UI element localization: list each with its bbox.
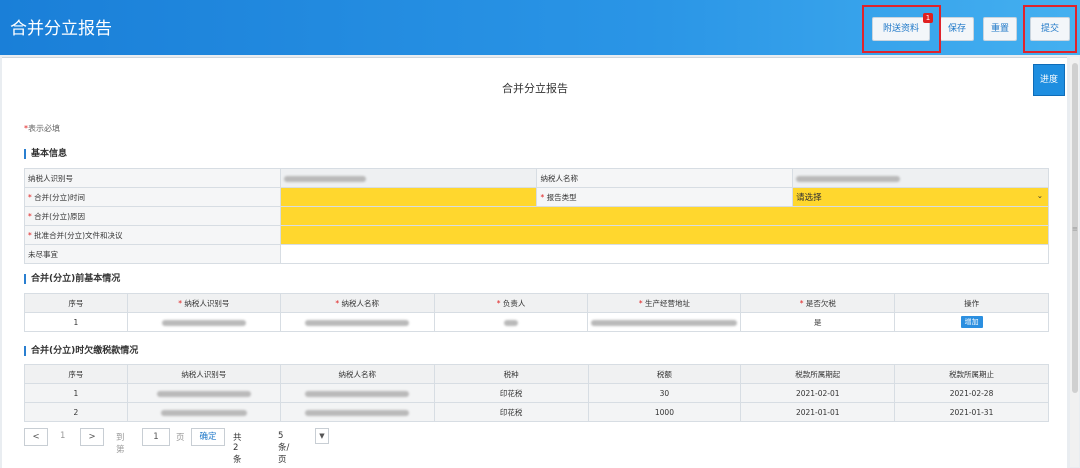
progress-button[interactable]: 进度 [1033, 64, 1065, 96]
redacted-value [591, 319, 738, 326]
highlight-box-submit [1023, 5, 1077, 53]
col-header-no: 序号 [24, 293, 128, 313]
redacted-value [283, 175, 366, 182]
row-number: 1 [24, 312, 128, 332]
tax-type-cell: 印花税 [433, 383, 589, 403]
section-tax-arrears: 合并(分立)时欠缴税款情况 [24, 346, 138, 356]
period-end-cell: 2021-02-28 [894, 383, 1049, 403]
redacted-value [305, 390, 410, 397]
page-title: 合并分立报告 [502, 82, 568, 95]
col-header-no: 序号 [24, 364, 128, 384]
taxpayer-name-label: 纳税人名称 [536, 168, 794, 188]
col-header-taxpayer-id: 纳税人识别号 [126, 364, 281, 384]
taxpayer-id-label: 纳税人识别号 [24, 168, 281, 188]
merge-reason-input[interactable] [279, 206, 1050, 226]
prev-page-button[interactable]: < [24, 428, 48, 446]
col-header-period-end: 税款所属期止 [894, 364, 1049, 384]
taxpayer-id-value [279, 168, 538, 188]
redacted-value [796, 175, 901, 182]
pending-matters-input[interactable] [279, 244, 1050, 264]
col-header-period-start: 税款所属期起 [740, 364, 896, 384]
approval-docs-input[interactable] [279, 225, 1050, 245]
report-type-select[interactable]: 请选择 ⌄ [792, 187, 1049, 207]
action-cell: 增加 [894, 312, 1049, 332]
row-number: 1 [24, 383, 128, 403]
report-type-value: 请选择 [796, 193, 822, 203]
redacted-value [305, 319, 410, 326]
period-end-cell: 2021-01-31 [894, 402, 1049, 422]
page-size-dropdown-icon[interactable]: ▼ [315, 428, 329, 444]
tax-type-cell: 印花税 [433, 402, 589, 422]
chevron-down-icon: ⌄ [1036, 191, 1043, 200]
section-basic-info: 基本信息 [24, 149, 67, 159]
save-button[interactable]: 保存 [940, 17, 974, 41]
taxpayer-name-cell[interactable] [279, 312, 435, 332]
redacted-value [160, 409, 247, 416]
principal-cell[interactable] [433, 312, 589, 332]
pending-matters-label: 未尽事宜 [24, 244, 281, 264]
before-merge-table: 序号 * 纳税人识别号 * 纳税人名称 * 负责人 * 生产经营地址 * 是否欠… [24, 293, 1049, 332]
taxpayer-id-cell[interactable] [126, 312, 281, 332]
table-row: 1 印花税 30 2021-02-01 2021-02-28 [24, 383, 1049, 403]
taxpayer-name-cell [279, 383, 435, 403]
merge-time-label: * 合并(分立)时间 [24, 187, 281, 207]
redacted-value [161, 319, 246, 326]
redacted-value [156, 390, 251, 397]
row-number: 2 [24, 402, 128, 422]
period-start-cell: 2021-02-01 [740, 383, 896, 403]
col-header-principal: * 负责人 [433, 293, 589, 313]
merge-reason-label: * 合并(分立)原因 [24, 206, 281, 226]
col-header-owe-tax: * 是否欠税 [740, 293, 896, 313]
add-row-button[interactable]: 增加 [960, 316, 983, 328]
col-header-taxpayer-name: * 纳税人名称 [279, 293, 435, 313]
period-start-cell: 2021-01-01 [740, 402, 896, 422]
col-header-address: * 生产经营地址 [587, 293, 742, 313]
redacted-value [305, 409, 410, 416]
page-size-value: 5 条/页 [278, 431, 290, 465]
taxpayer-name-value [792, 168, 1049, 188]
approval-docs-label: * 批准合并(分立)文件和决议 [24, 225, 281, 245]
owe-tax-cell: 是 [740, 312, 896, 332]
taxpayer-id-cell [126, 402, 281, 422]
section-before-merge: 合并(分立)前基本情况 [24, 274, 120, 284]
scrollbar-grip-icon: ≡ [1072, 225, 1078, 233]
required-note: *表示必填 [24, 123, 60, 134]
page-number-input[interactable]: 1 [142, 428, 170, 446]
col-header-tax-type: 税种 [433, 364, 589, 384]
basic-info-table: 纳税人识别号 纳税人名称 * 合并(分立)时间 * 报告类型 请选择 ⌄ * 合并… [24, 168, 1050, 264]
app-title: 合并分立报告 [10, 19, 112, 39]
taxpayer-name-cell [279, 402, 435, 422]
confirm-page-button[interactable]: 确定 [191, 428, 225, 446]
tax-amount-cell: 1000 [587, 402, 742, 422]
col-header-taxpayer-name: 纳税人名称 [279, 364, 435, 384]
col-header-taxpayer-id: * 纳税人识别号 [126, 293, 281, 313]
current-page: 1 [60, 431, 66, 441]
col-header-action: 操作 [894, 293, 1049, 313]
reset-button[interactable]: 重置 [983, 17, 1017, 41]
highlight-box-attach [862, 5, 941, 53]
address-cell[interactable] [587, 312, 742, 332]
tax-amount-cell: 30 [587, 383, 742, 403]
col-header-tax-amount: 税额 [587, 364, 742, 384]
required-note-text: 表示必填 [28, 124, 60, 133]
page-unit-label: 页 [176, 433, 185, 443]
total-count: 共 2 条 [233, 433, 242, 465]
table-row: 2 印花税 1000 2021-01-01 2021-01-31 [24, 402, 1049, 422]
merge-time-input[interactable] [279, 187, 538, 207]
report-type-label: * 报告类型 [536, 187, 794, 207]
tax-arrears-table: 序号 纳税人识别号 纳税人名称 税种 税额 税款所属期起 税款所属期止 1 印花… [24, 364, 1049, 422]
taxpayer-id-cell [126, 383, 281, 403]
redacted-value [504, 319, 519, 326]
next-page-button[interactable]: > [80, 428, 104, 446]
table-row: 1 是 增加 [24, 312, 1049, 332]
goto-label: 到第 [116, 433, 125, 455]
